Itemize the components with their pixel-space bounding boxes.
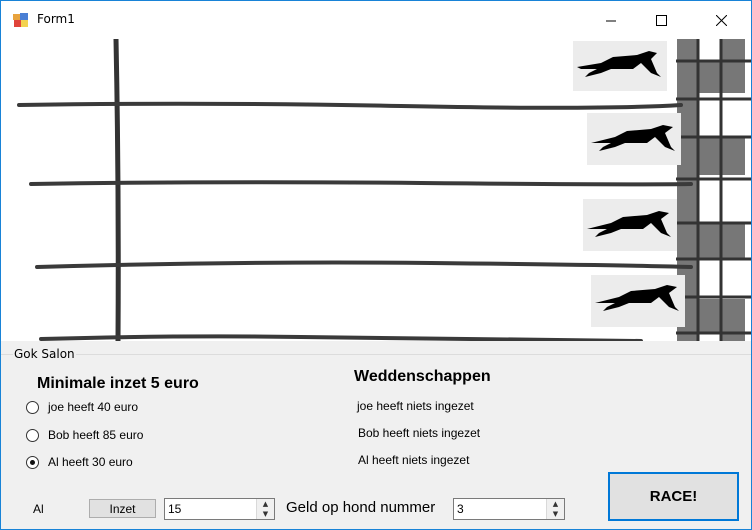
dog-number-label: Geld op hond nummer [286,499,436,516]
radio-circle[interactable] [26,428,39,442]
radio-label: joe heeft 40 euro [48,400,139,414]
dog-1 [573,41,667,91]
radio-label: Al heeft 30 euro [48,455,133,469]
radio-circle-checked[interactable] [26,455,39,469]
dog-2 [587,113,681,165]
close-button[interactable] [698,1,744,39]
maximize-icon [655,14,667,26]
amount-stepper-arrows[interactable]: ▲ ▼ [256,499,274,519]
radio-dot [30,459,35,465]
form-window: Form1 Gok Salon Minimale inzet 5 euro jo… [0,0,752,530]
bet-line-bob: Bob heeft niets ingezet [358,426,481,440]
minimize-icon [605,20,616,21]
race-track [1,39,751,341]
amount-stepper[interactable]: 15 ▲ ▼ [164,498,275,520]
bet-line-al: Al heeft niets ingezet [358,453,470,467]
radio-joe[interactable]: joe heeft 40 euro [26,400,138,414]
bet-line-joe: joe heeft niets ingezet [357,399,474,413]
dog-number-value[interactable]: 3 [457,502,464,516]
inzet-button[interactable]: Inzet [89,499,156,518]
min-bet-heading: Minimale inzet 5 euro [37,375,199,392]
chevron-up-icon[interactable]: ▲ [257,499,274,509]
selected-name-label: Al [33,502,44,516]
radio-circle[interactable] [26,400,39,414]
maximize-button[interactable] [638,1,684,39]
bets-heading: Weddenschappen [354,368,491,385]
chevron-down-icon[interactable]: ▼ [547,509,564,519]
groupbox-label: Gok Salon [13,347,76,361]
dog-4 [591,275,685,327]
minimize-button[interactable] [588,1,634,39]
close-icon [715,14,727,26]
dog-3 [583,199,677,251]
amount-value[interactable]: 15 [168,502,181,516]
radio-label: Bob heeft 85 euro [48,428,144,442]
race-track-drawing [17,39,751,341]
dog-number-stepper-arrows[interactable]: ▲ ▼ [546,499,564,519]
finish-line [676,39,751,341]
groupbox-border [1,354,751,355]
chevron-down-icon[interactable]: ▼ [257,509,274,519]
title-bar: Form1 [1,1,751,39]
start-line [113,39,121,341]
radio-bob[interactable]: Bob heeft 85 euro [26,428,143,442]
window-title: Form1 [37,12,75,26]
dog-number-stepper[interactable]: 3 ▲ ▼ [453,498,565,520]
race-button[interactable]: RACE! [608,472,739,521]
radio-al[interactable]: Al heeft 30 euro [26,455,133,469]
chevron-up-icon[interactable]: ▲ [547,499,564,509]
app-icon [13,13,28,27]
